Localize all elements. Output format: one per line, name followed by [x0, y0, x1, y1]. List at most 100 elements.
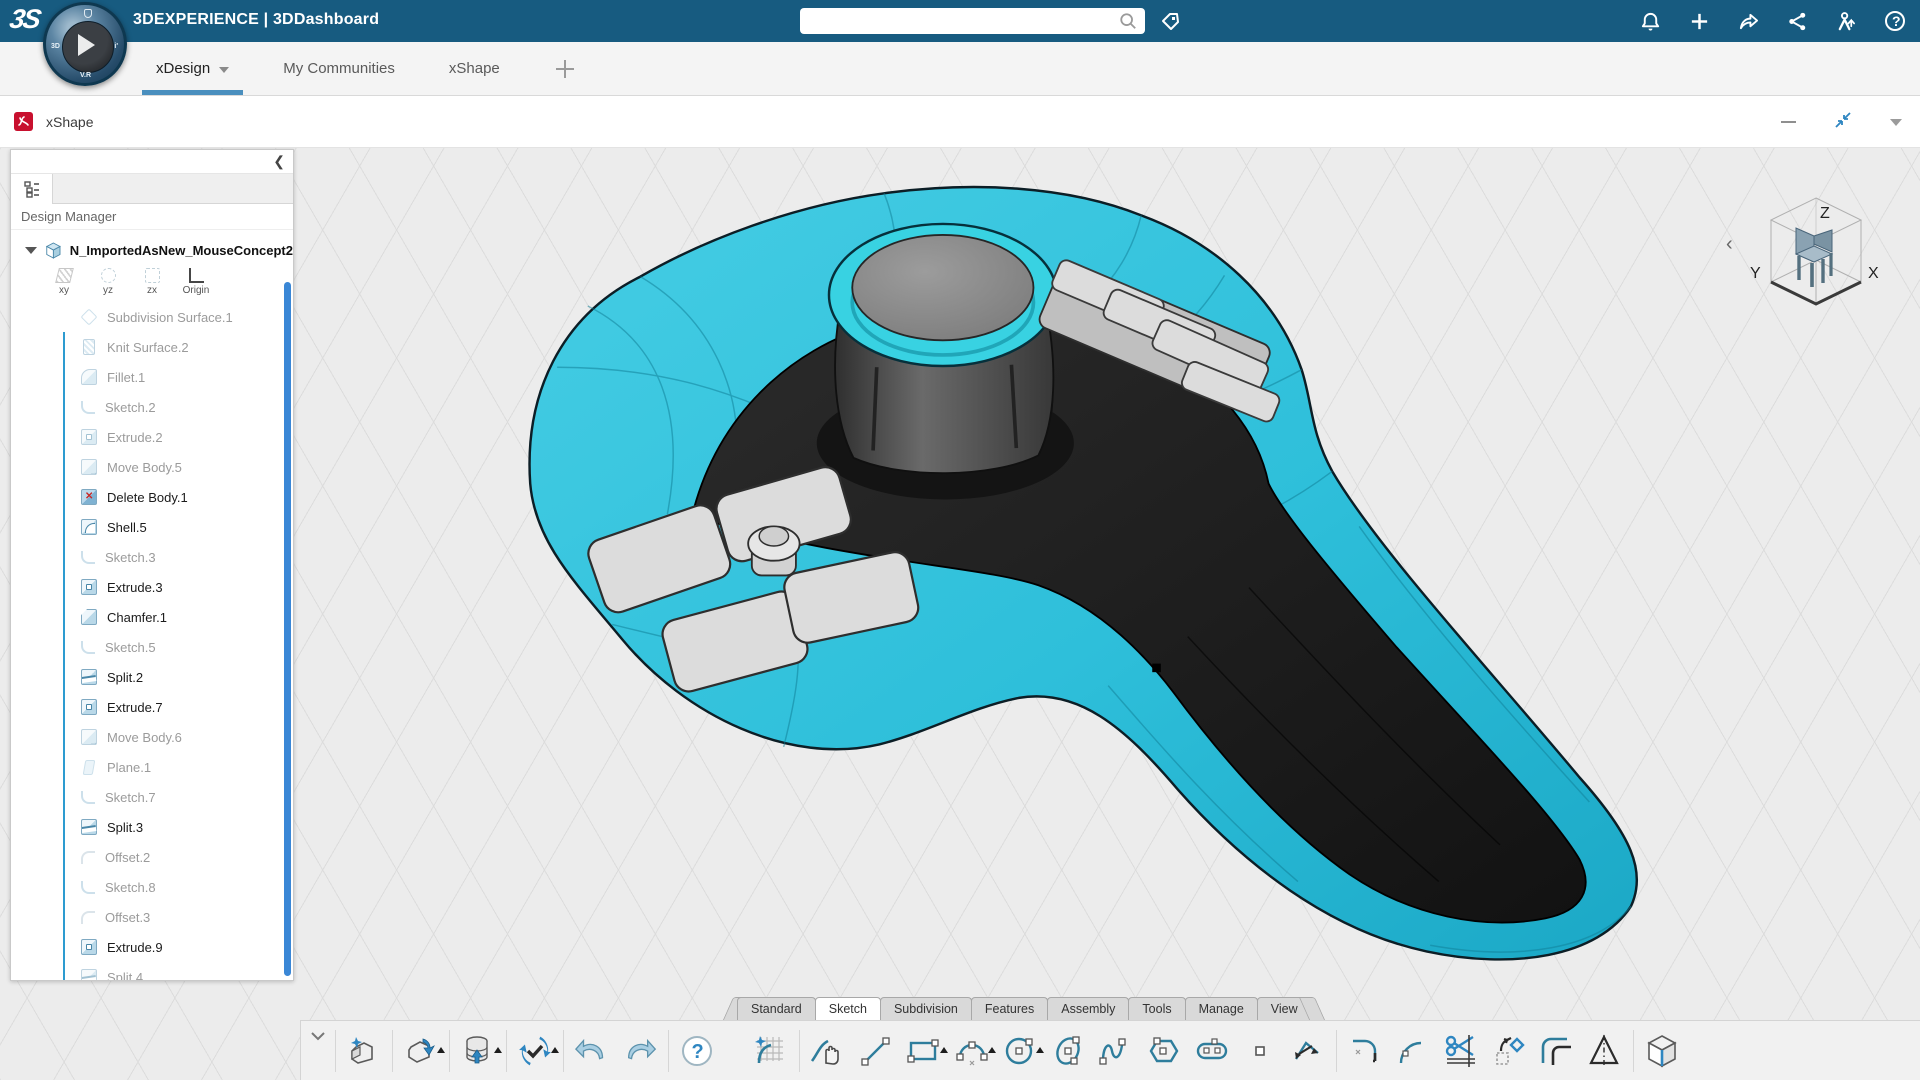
pick-edit-button[interactable]: [804, 1025, 852, 1077]
trim-button[interactable]: [1437, 1025, 1485, 1077]
panel-collapse-icon[interactable]: ❮: [273, 153, 285, 169]
plane-xy[interactable]: xy: [49, 268, 79, 296]
toolbar-collapse-icon[interactable]: [305, 1024, 331, 1078]
share-icon[interactable]: [1737, 10, 1759, 32]
feature-row[interactable]: Sketch.7: [11, 782, 293, 812]
redo-button[interactable]: [616, 1025, 664, 1077]
quick-dimension-button[interactable]: [1284, 1025, 1332, 1077]
feature-row[interactable]: Fillet.1: [11, 362, 293, 392]
add-icon[interactable]: [1688, 10, 1710, 32]
dropdown-arrow-icon[interactable]: [494, 1047, 502, 1053]
3d-viewport[interactable]: ❮ Design Manager: [0, 148, 1920, 1080]
feature-row[interactable]: Sketch.2: [11, 392, 293, 422]
feature-row[interactable]: Sketch.5: [11, 632, 293, 662]
feature-row[interactable]: Extrude.9: [11, 932, 293, 962]
offset-curve-button[interactable]: [1533, 1025, 1581, 1077]
feature-row[interactable]: Subdivision Surface.1: [11, 302, 293, 332]
dropdown-arrow-icon[interactable]: [437, 1047, 445, 1053]
slot-button[interactable]: [1188, 1025, 1236, 1077]
app-title: xShape: [46, 114, 93, 130]
help-icon[interactable]: [1884, 10, 1906, 32]
save-button[interactable]: [454, 1025, 502, 1077]
search-input[interactable]: [800, 8, 1145, 34]
panel-scrollbar[interactable]: [284, 282, 291, 976]
rectangle-button[interactable]: [900, 1025, 948, 1077]
feature-row[interactable]: Offset.3: [11, 902, 293, 932]
plane-yz[interactable]: yz: [93, 268, 123, 296]
sketch-button[interactable]: [747, 1025, 795, 1077]
share-nodes-icon[interactable]: [1786, 10, 1808, 32]
plus-icon: [556, 60, 574, 78]
open-button[interactable]: [397, 1025, 445, 1077]
dropdown-arrow-icon[interactable]: [551, 1047, 559, 1053]
action-tab[interactable]: Sketch: [815, 997, 881, 1020]
dropdown-arrow-icon[interactable]: [1036, 1047, 1044, 1053]
tag-icon[interactable]: [1159, 10, 1181, 32]
feature-row[interactable]: Shell.5: [11, 512, 293, 542]
feature-row[interactable]: Extrude.7: [11, 692, 293, 722]
design-manager-tab[interactable]: [11, 174, 53, 204]
mirror-button[interactable]: [1581, 1025, 1629, 1077]
action-tab[interactable]: Assembly: [1047, 997, 1129, 1020]
feature-row[interactable]: Chamfer.1: [11, 602, 293, 632]
tab-my-communities[interactable]: My Communities: [277, 42, 401, 95]
circle-button[interactable]: [996, 1025, 1044, 1077]
corner-button[interactable]: [1341, 1025, 1389, 1077]
feature-label: Split.4: [107, 970, 143, 982]
project-button[interactable]: [1485, 1025, 1533, 1077]
feature-label: Delete Body.1: [107, 490, 188, 505]
action-tab[interactable]: Tools: [1128, 997, 1185, 1020]
search-icon[interactable]: [1119, 12, 1137, 30]
dropdown-arrow-icon[interactable]: [940, 1047, 948, 1053]
expand-triangle-icon[interactable]: [25, 247, 37, 254]
notifications-icon[interactable]: [1639, 10, 1661, 32]
feature-row[interactable]: Sketch.3: [11, 542, 293, 572]
feature-row[interactable]: Split.2: [11, 662, 293, 692]
origin[interactable]: Origin: [181, 268, 211, 296]
tree-root-node[interactable]: N_ImportedAsNew_MouseConcept2: [11, 236, 293, 264]
feature-row[interactable]: Split.4: [11, 962, 293, 981]
new-content-button[interactable]: [340, 1025, 388, 1077]
ellipse-button[interactable]: [1044, 1025, 1092, 1077]
action-tab[interactable]: Standard: [737, 997, 816, 1020]
tab-xdesign[interactable]: xDesign: [150, 42, 235, 95]
action-tab[interactable]: Subdivision: [880, 997, 972, 1020]
exit-sketch-button[interactable]: [1638, 1025, 1686, 1077]
feature-row[interactable]: Offset.2: [11, 842, 293, 872]
feature-row[interactable]: Extrude.2: [11, 422, 293, 452]
dropdown-arrow-icon[interactable]: [988, 1047, 996, 1053]
action-tab[interactable]: Manage: [1185, 997, 1258, 1020]
point-button[interactable]: [1236, 1025, 1284, 1077]
panel-title: Design Manager: [11, 204, 293, 230]
feature-label: Subdivision Surface.1: [107, 310, 233, 325]
collapse-icon[interactable]: [1890, 119, 1902, 126]
feature-row[interactable]: Move Body.6: [11, 722, 293, 752]
view-cube[interactable]: ‹ Z Y: [1732, 192, 1892, 312]
feature-row[interactable]: Extrude.3: [11, 572, 293, 602]
feature-row[interactable]: Plane.1: [11, 752, 293, 782]
viewcube-prev-icon[interactable]: ‹: [1726, 234, 1733, 254]
arc-button[interactable]: [948, 1025, 996, 1077]
people-icon[interactable]: [1835, 10, 1857, 32]
undo-button[interactable]: [568, 1025, 616, 1077]
chevron-down-icon[interactable]: [219, 67, 229, 73]
tab-xshape[interactable]: xShape: [443, 42, 506, 95]
minimize-icon[interactable]: [1781, 121, 1796, 123]
line-button[interactable]: [852, 1025, 900, 1077]
feature-row[interactable]: Knit Surface.2: [11, 332, 293, 362]
update-button[interactable]: [511, 1025, 559, 1077]
feature-row[interactable]: Delete Body.1: [11, 482, 293, 512]
polygon-button[interactable]: [1140, 1025, 1188, 1077]
compass-logo[interactable]: 3D V.R i': [43, 2, 127, 86]
plane-zx[interactable]: zx: [137, 268, 167, 296]
fillet-arc-button[interactable]: [1389, 1025, 1437, 1077]
spline-button[interactable]: [1092, 1025, 1140, 1077]
help-tool-button[interactable]: ?: [673, 1025, 721, 1077]
action-tab[interactable]: Features: [971, 997, 1048, 1020]
feature-row[interactable]: Move Body.5: [11, 452, 293, 482]
scrollbar-thumb[interactable]: [284, 282, 291, 976]
feature-row[interactable]: Sketch.8: [11, 872, 293, 902]
add-tab-button[interactable]: [548, 42, 582, 95]
resize-icon[interactable]: [1834, 111, 1852, 134]
feature-row[interactable]: Split.3: [11, 812, 293, 842]
